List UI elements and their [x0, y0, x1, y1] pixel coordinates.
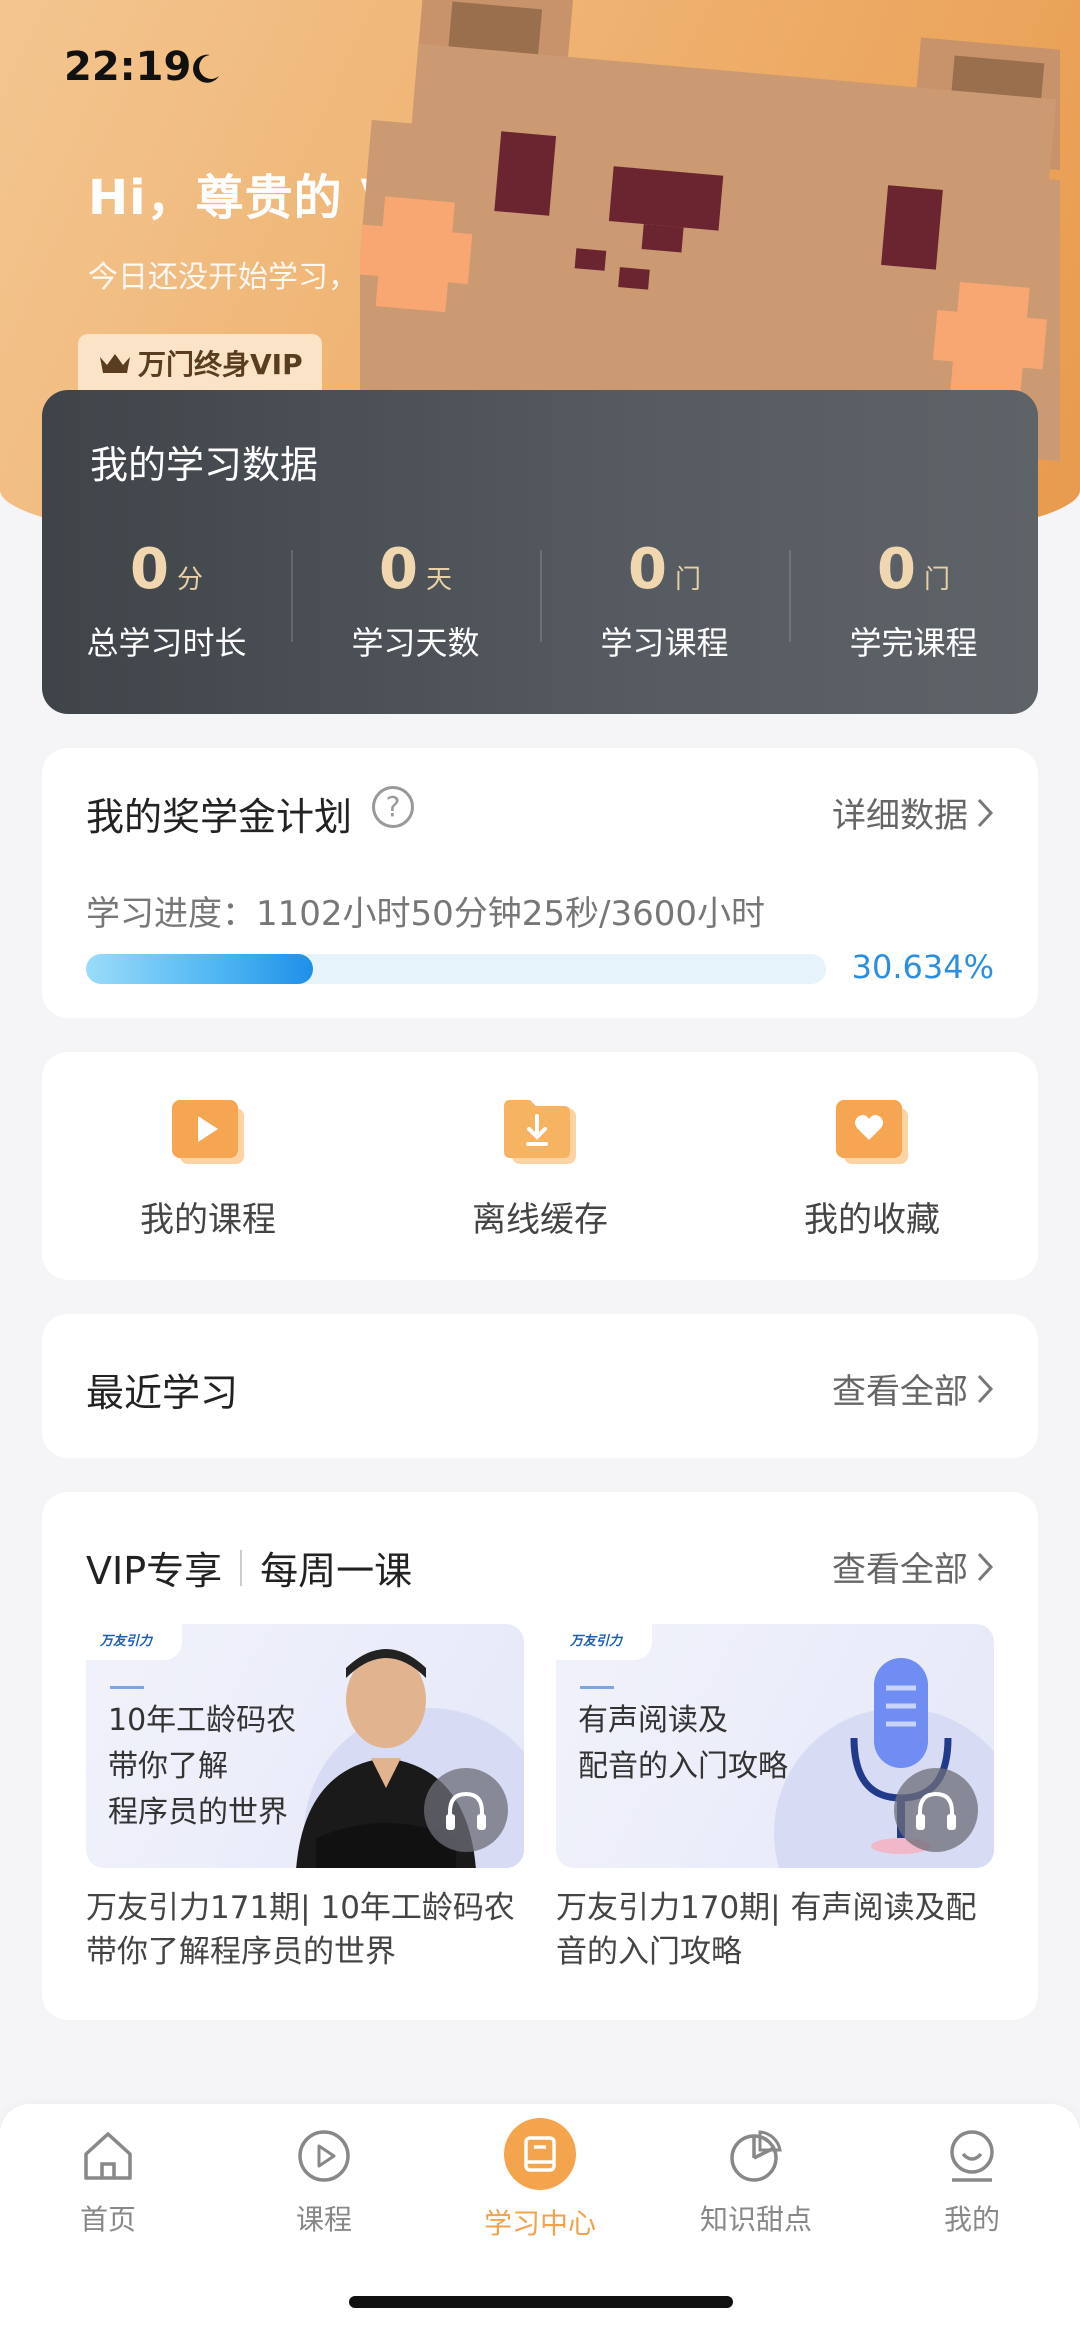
stat-value: 0 — [877, 537, 916, 602]
home-indicator[interactable] — [349, 2296, 733, 2308]
progress-bar — [86, 954, 826, 984]
play-circle-icon — [298, 2130, 350, 2182]
vip-badge-label: 万门终身VIP — [138, 348, 303, 381]
stat-courses-completed: 0门 学完课程 — [789, 540, 1038, 680]
recent-title: 最近学习 — [86, 1371, 239, 1415]
stat-value: 0 — [628, 537, 667, 602]
study-data-title: 我的学习数据 — [90, 443, 319, 487]
my-favorites-button[interactable]: 我的收藏 — [706, 1052, 1038, 1280]
chevron-right-icon — [977, 1374, 994, 1403]
tab-label: 学习中心 — [483, 2207, 596, 2240]
tab-label: 首页 — [79, 2203, 136, 2236]
quick-label: 我的课程 — [140, 1200, 276, 1240]
stat-courses-studied: 0门 学习课程 — [540, 540, 789, 680]
vip-view-all-link[interactable]: 查看全部 — [832, 1542, 994, 1591]
thumb-dash — [580, 1686, 614, 1689]
vip-title-right: 每周一课 — [260, 1549, 413, 1593]
crown-icon — [100, 354, 130, 373]
headphones-icon — [446, 1791, 486, 1830]
play-folder-icon — [172, 1100, 244, 1164]
offline-cache-button[interactable]: 离线缓存 — [374, 1052, 706, 1280]
progress-text: 学习进度：1102小时50分钟25秒/3600小时 — [86, 894, 766, 934]
tab-label: 我的 — [943, 2203, 1000, 2236]
thumb-dash — [110, 1686, 144, 1689]
chevron-right-icon — [977, 1552, 994, 1581]
view-all-label: 查看全部 — [832, 1550, 968, 1590]
stat-value: 0 — [379, 537, 418, 602]
stat-study-days: 0天 学习天数 — [291, 540, 540, 680]
stat-unit: 天 — [425, 565, 452, 595]
thumb-brand: 万友引力 — [86, 1624, 182, 1660]
course-caption[interactable]: 万友引力170期| 有声阅读及配音的入门攻略 — [556, 1886, 994, 1974]
course-thumbnail[interactable]: 万友引力 有声阅读及 配音的入门攻略 — [556, 1624, 994, 1868]
home-icon — [84, 2132, 132, 2180]
tab-mine[interactable]: 我的 — [864, 2126, 1080, 2264]
view-all-label: 查看全部 — [832, 1372, 968, 1412]
status-time: 22:19 — [64, 44, 192, 90]
vip-section-title: VIP专享 每周一课 — [86, 1540, 412, 1595]
profile-icon — [950, 2130, 994, 2182]
scholarship-card: 我的奖学金计划 ? 详细数据 学习进度：1102小时50分钟25秒/3600小时… — [42, 748, 1038, 1018]
tab-study-center[interactable]: 学习中心 — [432, 2118, 648, 2264]
course-thumbnail[interactable]: 万友引力 10年工龄码农 带你了解 程序员的世界 — [86, 1624, 524, 1868]
tab-courses[interactable]: 课程 — [216, 2126, 432, 2264]
study-data-card[interactable]: 我的学习数据 0分 总学习时长 0天 学习天数 0门 学习课程 0门 学完课程 — [42, 390, 1038, 714]
thumb-title: 10年工龄码农 带你了解 程序员的世界 — [108, 1703, 297, 1830]
vip-badge[interactable]: 万门终身VIP — [78, 334, 322, 392]
vip-title-left: VIP专享 — [86, 1549, 223, 1593]
headphones-icon — [916, 1791, 956, 1830]
tab-home[interactable]: 首页 — [0, 2126, 216, 2264]
audio-play-button[interactable] — [894, 1768, 978, 1852]
quick-actions-card: 我的课程 离线缓存 我的收藏 — [42, 1052, 1038, 1280]
vip-weekly-card: VIP专享 每周一课 查看全部 万友引力 10年工龄码农 带你了解 程序员的世界… — [42, 1492, 1038, 2020]
tab-label: 知识甜点 — [699, 2203, 812, 2236]
my-courses-button[interactable]: 我的课程 — [42, 1052, 374, 1280]
progress-fill — [86, 954, 313, 984]
course-caption[interactable]: 万友引力171期| 10年工龄码农带你了解程序员的世界 — [86, 1886, 524, 1974]
moon-icon — [193, 54, 219, 83]
stat-unit: 门 — [674, 565, 701, 595]
detail-data-link[interactable]: 详细数据 — [832, 788, 994, 837]
quick-label: 离线缓存 — [472, 1200, 608, 1240]
audio-play-button[interactable] — [424, 1768, 508, 1852]
stat-label: 学习天数 — [351, 624, 480, 662]
quick-label: 我的收藏 — [804, 1200, 940, 1240]
thumb-brand: 万友引力 — [556, 1624, 652, 1660]
stat-label: 学完课程 — [849, 624, 978, 662]
title-divider — [240, 1549, 243, 1586]
recent-study-card: 最近学习 查看全部 — [42, 1314, 1038, 1458]
stat-unit: 门 — [923, 565, 950, 595]
tab-knowledge-bites[interactable]: 知识甜点 — [648, 2126, 864, 2264]
stat-unit: 分 — [176, 565, 203, 595]
study-stats: 0分 总学习时长 0天 学习天数 0门 学习课程 0门 学完课程 — [42, 540, 1038, 680]
stat-value: 0 — [130, 537, 169, 602]
download-folder-icon — [504, 1100, 576, 1164]
recent-view-all-link[interactable]: 查看全部 — [832, 1364, 994, 1413]
greeting-subtitle: 今日还没开始学习， — [88, 260, 358, 295]
heart-folder-icon — [836, 1100, 908, 1164]
tab-label: 课程 — [295, 2203, 352, 2236]
scholarship-title: 我的奖学金计划 — [86, 795, 353, 839]
chevron-right-icon — [977, 798, 994, 827]
help-icon[interactable]: ? — [372, 786, 414, 828]
detail-data-label: 详细数据 — [832, 796, 968, 836]
stat-label: 学习课程 — [600, 624, 729, 662]
progress-percent: 30.634% — [851, 948, 994, 986]
thumb-title: 有声阅读及 配音的入门攻略 — [578, 1703, 788, 1784]
stat-total-time: 0分 总学习时长 — [42, 540, 291, 680]
book-icon — [504, 2118, 576, 2190]
pie-icon — [730, 2130, 782, 2182]
stat-label: 总学习时长 — [86, 624, 247, 662]
